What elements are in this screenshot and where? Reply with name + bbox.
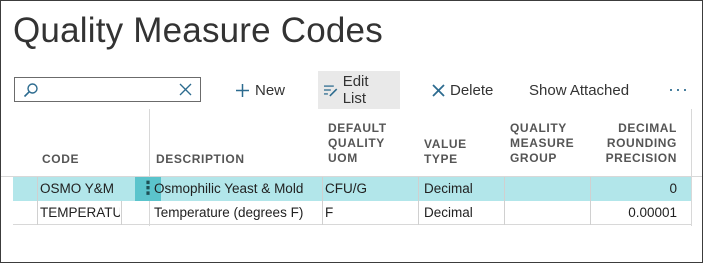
edit-list-icon [323,84,338,96]
cell-divider [322,177,323,201]
column-divider [691,109,692,226]
cell-divider [590,177,591,201]
show-attached-button[interactable]: Show Attached [524,71,634,109]
cell-value-type[interactable]: Decimal [424,177,504,201]
cell-divider [418,201,419,225]
column-header-row: CODE DESCRIPTION DEFAULT QUALITY UOM VALUE… [1,109,702,177]
more-options-icon[interactable]: ··· [668,79,689,100]
new-label: New [255,81,286,99]
cell-divider [322,201,323,225]
action-bar: New Edit List Delete Show Attached ··· [1,71,702,109]
edit-list-button[interactable]: Edit List [318,71,400,109]
column-header-value-type[interactable]: VALUE TYPE [424,137,467,167]
new-button[interactable]: New [230,71,290,109]
page-frame: Quality Measure Codes New Edit List Dele… [0,0,703,263]
cell-code[interactable]: OSMO Y&M [40,177,134,201]
search-input[interactable] [14,77,201,102]
show-attached-label: Show Attached [529,81,630,99]
column-header-description[interactable]: DESCRIPTION [156,152,245,167]
cell-description[interactable]: Osmophilic Yeast & Mold [154,177,322,201]
cell-description[interactable]: Temperature (degrees F) [154,201,322,225]
column-header-code[interactable]: CODE [42,152,79,167]
delete-label: Delete [450,81,494,99]
cell-divider [418,177,419,201]
close-icon[interactable] [178,82,193,97]
delete-icon [432,83,445,97]
column-header-quality-measure-group[interactable]: QUALITY MEASURE GROUP [510,121,574,166]
cell-divider [504,177,505,201]
search-icon [23,83,38,98]
cell-divider [121,201,122,225]
cell-group[interactable] [507,201,587,225]
cell-divider [37,201,38,225]
cell-precision[interactable]: 0 [593,177,677,201]
delete-button[interactable]: Delete [427,71,498,109]
cell-divider [504,201,505,225]
page-title: Quality Measure Codes [13,11,383,50]
cell-value-type[interactable]: Decimal [424,201,504,225]
edit-list-label: Edit List [342,73,369,107]
cell-precision[interactable]: 0.00001 [593,201,677,225]
table-row[interactable]: OSMO Y&M ⋮ Osmophilic Yeast & Mold CFU/G… [13,177,691,201]
column-header-default-quality-uom[interactable]: DEFAULT QUALITY UOM [328,121,387,166]
table-row[interactable]: TEMPERATUR Temperature (degrees F) F Dec… [13,201,691,225]
cell-uom[interactable]: CFU/G [325,177,409,201]
cell-code[interactable]: TEMPERATUR [40,201,120,225]
cell-divider [37,177,38,201]
cell-uom[interactable]: F [325,201,409,225]
plus-icon [236,83,249,97]
cell-divider [590,201,591,225]
column-header-decimal-rounding-precision[interactable]: DECIMAL ROUNDING PRECISION [601,121,677,166]
cell-group[interactable] [507,177,587,201]
